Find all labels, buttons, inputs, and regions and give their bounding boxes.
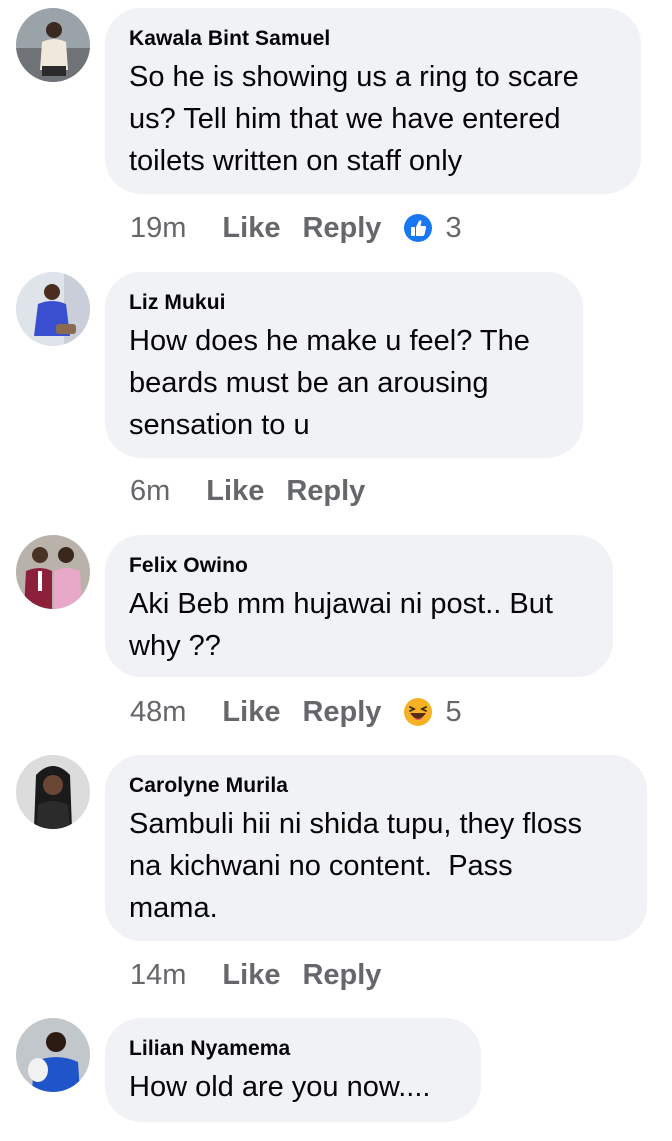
comment-timestamp[interactable]: 14m: [130, 959, 186, 992]
comment-text: Sambuli hii ni shida tupu, they floss na…: [129, 808, 582, 924]
like-button[interactable]: Like: [222, 212, 280, 245]
like-button[interactable]: Like: [222, 696, 280, 729]
avatar[interactable]: [16, 755, 90, 829]
thumbs-up-icon: [404, 214, 433, 242]
reply-button[interactable]: Reply: [286, 475, 365, 508]
reaction-count: 3: [445, 211, 462, 244]
comment-bubble[interactable]: Carolyne Murila Sambuli hii ni shida tup…: [105, 755, 647, 941]
comment-text: So he is showing us a ring to scare us? …: [129, 61, 579, 177]
comment-bubble[interactable]: Lilian Nyamema How old are you now....: [105, 1018, 481, 1122]
comment-text: How does he make u feel? The beards must…: [129, 325, 530, 441]
haha-icon: [404, 698, 433, 726]
comment-actions: 48m Like Reply 5: [130, 692, 462, 732]
comment-author[interactable]: Lilian Nyamema: [129, 1036, 455, 1062]
comment-author[interactable]: Kawala Bint Samuel: [129, 26, 615, 52]
reaction-summary[interactable]: 3: [403, 211, 462, 245]
avatar[interactable]: [16, 535, 90, 609]
comment-actions: 14m Like Reply: [130, 955, 403, 995]
reaction-summary[interactable]: 5: [403, 695, 462, 729]
comment-bubble[interactable]: Kawala Bint Samuel So he is showing us a…: [105, 8, 641, 194]
like-button[interactable]: Like: [222, 959, 280, 992]
comment-bubble[interactable]: Felix Owino Aki Beb mm hujawai ni post..…: [105, 535, 613, 677]
avatar[interactable]: [16, 8, 90, 82]
comment-text: Aki Beb mm hujawai ni post.. But why ??: [129, 588, 553, 662]
reply-button[interactable]: Reply: [302, 959, 381, 992]
reaction-count: 5: [445, 695, 462, 728]
reply-button[interactable]: Reply: [302, 696, 381, 729]
comment-actions: 6m Like Reply: [130, 471, 387, 511]
avatar[interactable]: [16, 272, 90, 346]
comment-timestamp[interactable]: 19m: [130, 212, 186, 245]
comment-bubble[interactable]: Liz Mukui How does he make u feel? The b…: [105, 272, 583, 458]
like-button[interactable]: Like: [206, 475, 264, 508]
avatar[interactable]: [16, 1018, 90, 1092]
comment-timestamp[interactable]: 48m: [130, 696, 186, 729]
comment-actions: 19m Like Reply 3: [130, 208, 462, 248]
comment-author[interactable]: Felix Owino: [129, 553, 587, 579]
comment-timestamp[interactable]: 6m: [130, 475, 170, 508]
comment-author[interactable]: Liz Mukui: [129, 290, 557, 316]
reply-button[interactable]: Reply: [302, 212, 381, 245]
comment-author[interactable]: Carolyne Murila: [129, 773, 621, 799]
comment-text: How old are you now....: [129, 1071, 431, 1103]
